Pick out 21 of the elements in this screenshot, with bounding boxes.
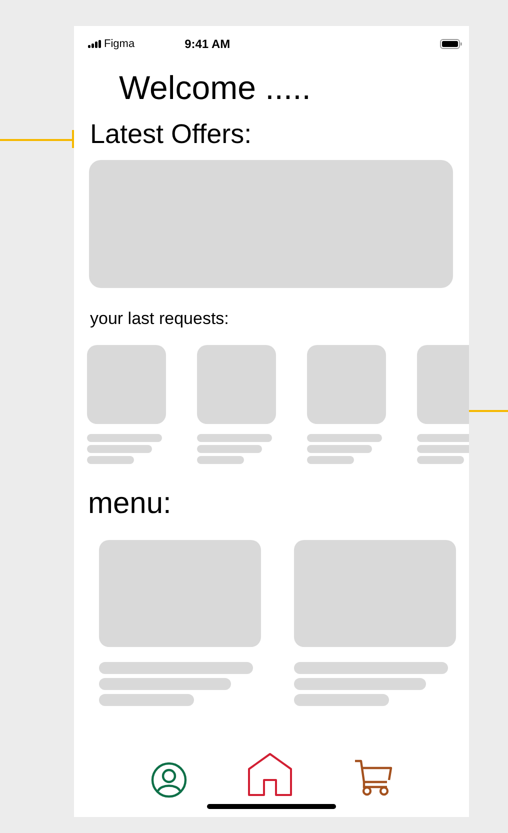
- text-placeholder: [197, 445, 262, 454]
- text-placeholder: [307, 445, 372, 454]
- status-time: 9:41 AM: [184, 36, 230, 53]
- text-placeholder: [417, 445, 469, 454]
- profile-tab[interactable]: [150, 762, 186, 798]
- battery-icon: [440, 39, 462, 49]
- home-tab[interactable]: [246, 752, 292, 798]
- section-heading: Latest Offers:: [90, 118, 253, 150]
- welcome-heading: Welcome .....: [119, 68, 312, 108]
- text-placeholder: [87, 456, 134, 464]
- cart-tab[interactable]: [352, 758, 392, 798]
- text-placeholder: [87, 445, 152, 454]
- connector-line: [469, 410, 508, 412]
- text-placeholder: [307, 456, 354, 464]
- text-placeholder: [417, 434, 469, 442]
- text-placeholder: [417, 456, 464, 464]
- section-heading: menu:: [88, 486, 172, 522]
- section-heading: your last requests:: [90, 308, 230, 330]
- text-placeholder: [197, 456, 244, 464]
- carrier-name: Figma: [104, 36, 135, 52]
- signal-icon: [88, 40, 101, 48]
